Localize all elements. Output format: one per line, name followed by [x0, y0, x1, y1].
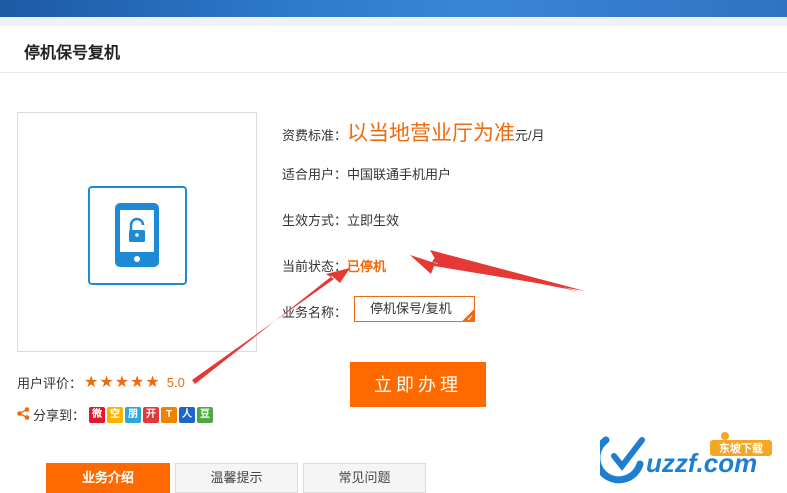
share-label: 分享到：: [33, 408, 86, 423]
status-row: 当前状态：已停机: [282, 256, 386, 275]
watermark-brand: uzzf.com: [646, 448, 757, 478]
rating-label: 用户评价：: [17, 375, 83, 391]
share-kaixin-icon[interactable]: 开: [143, 406, 160, 423]
share-weibo-icon[interactable]: 微: [89, 406, 106, 423]
biz-label: 业务名称：: [282, 305, 348, 320]
share-tianya-icon[interactable]: T: [161, 406, 178, 423]
effect-label: 生效方式：: [282, 213, 348, 228]
product-image-box: [17, 112, 257, 352]
uzzf-watermark-logo: 东坡下载 uzzf.com: [593, 428, 785, 491]
annotation-arrow-right: [410, 250, 585, 292]
phone-unlock-icon: [88, 186, 187, 285]
price-label: 资费标准：: [282, 128, 348, 143]
biz-option-label: 停机保号/复机: [370, 301, 452, 316]
share-pengyou-icon[interactable]: 朋: [125, 406, 142, 423]
user-rating: 用户评价： ★★★★★ 5.0: [17, 372, 185, 392]
share-qzone-icon[interactable]: 空: [107, 406, 124, 423]
effect-value: 立即生效: [347, 213, 400, 228]
tab-faq[interactable]: 常见问题: [303, 463, 426, 493]
apply-button[interactable]: 立即办理: [350, 362, 486, 407]
users-value: 中国联通手机用户: [347, 167, 452, 182]
share-button-list: 微空朋开T人豆: [89, 406, 215, 423]
biz-name-row: 业务名称：: [282, 302, 347, 321]
users-row: 适合用户：中国联通手机用户: [282, 164, 451, 183]
star-rating-icon: ★★★★★: [84, 374, 161, 391]
top-banner: [0, 0, 787, 17]
share-renren-icon[interactable]: 人: [179, 406, 196, 423]
status-value: 已停机: [347, 259, 387, 274]
effect-row: 生效方式：立即生效: [282, 210, 399, 229]
title-bar: 停机保号复机: [0, 26, 787, 73]
rating-score: 5.0: [166, 374, 185, 390]
price-row: 资费标准：以当地营业厅为准元/月: [282, 117, 545, 147]
share-icon: [17, 406, 30, 423]
tab-intro[interactable]: 业务介绍: [46, 463, 170, 493]
price-value: 以当地营业厅为准: [347, 122, 516, 145]
share-bar: 分享到： 微空朋开T人豆: [17, 405, 215, 424]
share-douban-icon[interactable]: 豆: [197, 406, 214, 423]
page-title: 停机保号复机: [24, 45, 121, 62]
tab-tips[interactable]: 温馨提示: [175, 463, 298, 493]
price-unit: 元/月: [515, 128, 545, 143]
users-label: 适合用户：: [282, 167, 348, 182]
check-corner-icon: ✓: [461, 308, 475, 323]
top-banner-gap: [0, 17, 787, 26]
biz-option-selected[interactable]: 停机保号/复机 ✓: [354, 296, 475, 323]
status-label: 当前状态：: [282, 259, 348, 274]
